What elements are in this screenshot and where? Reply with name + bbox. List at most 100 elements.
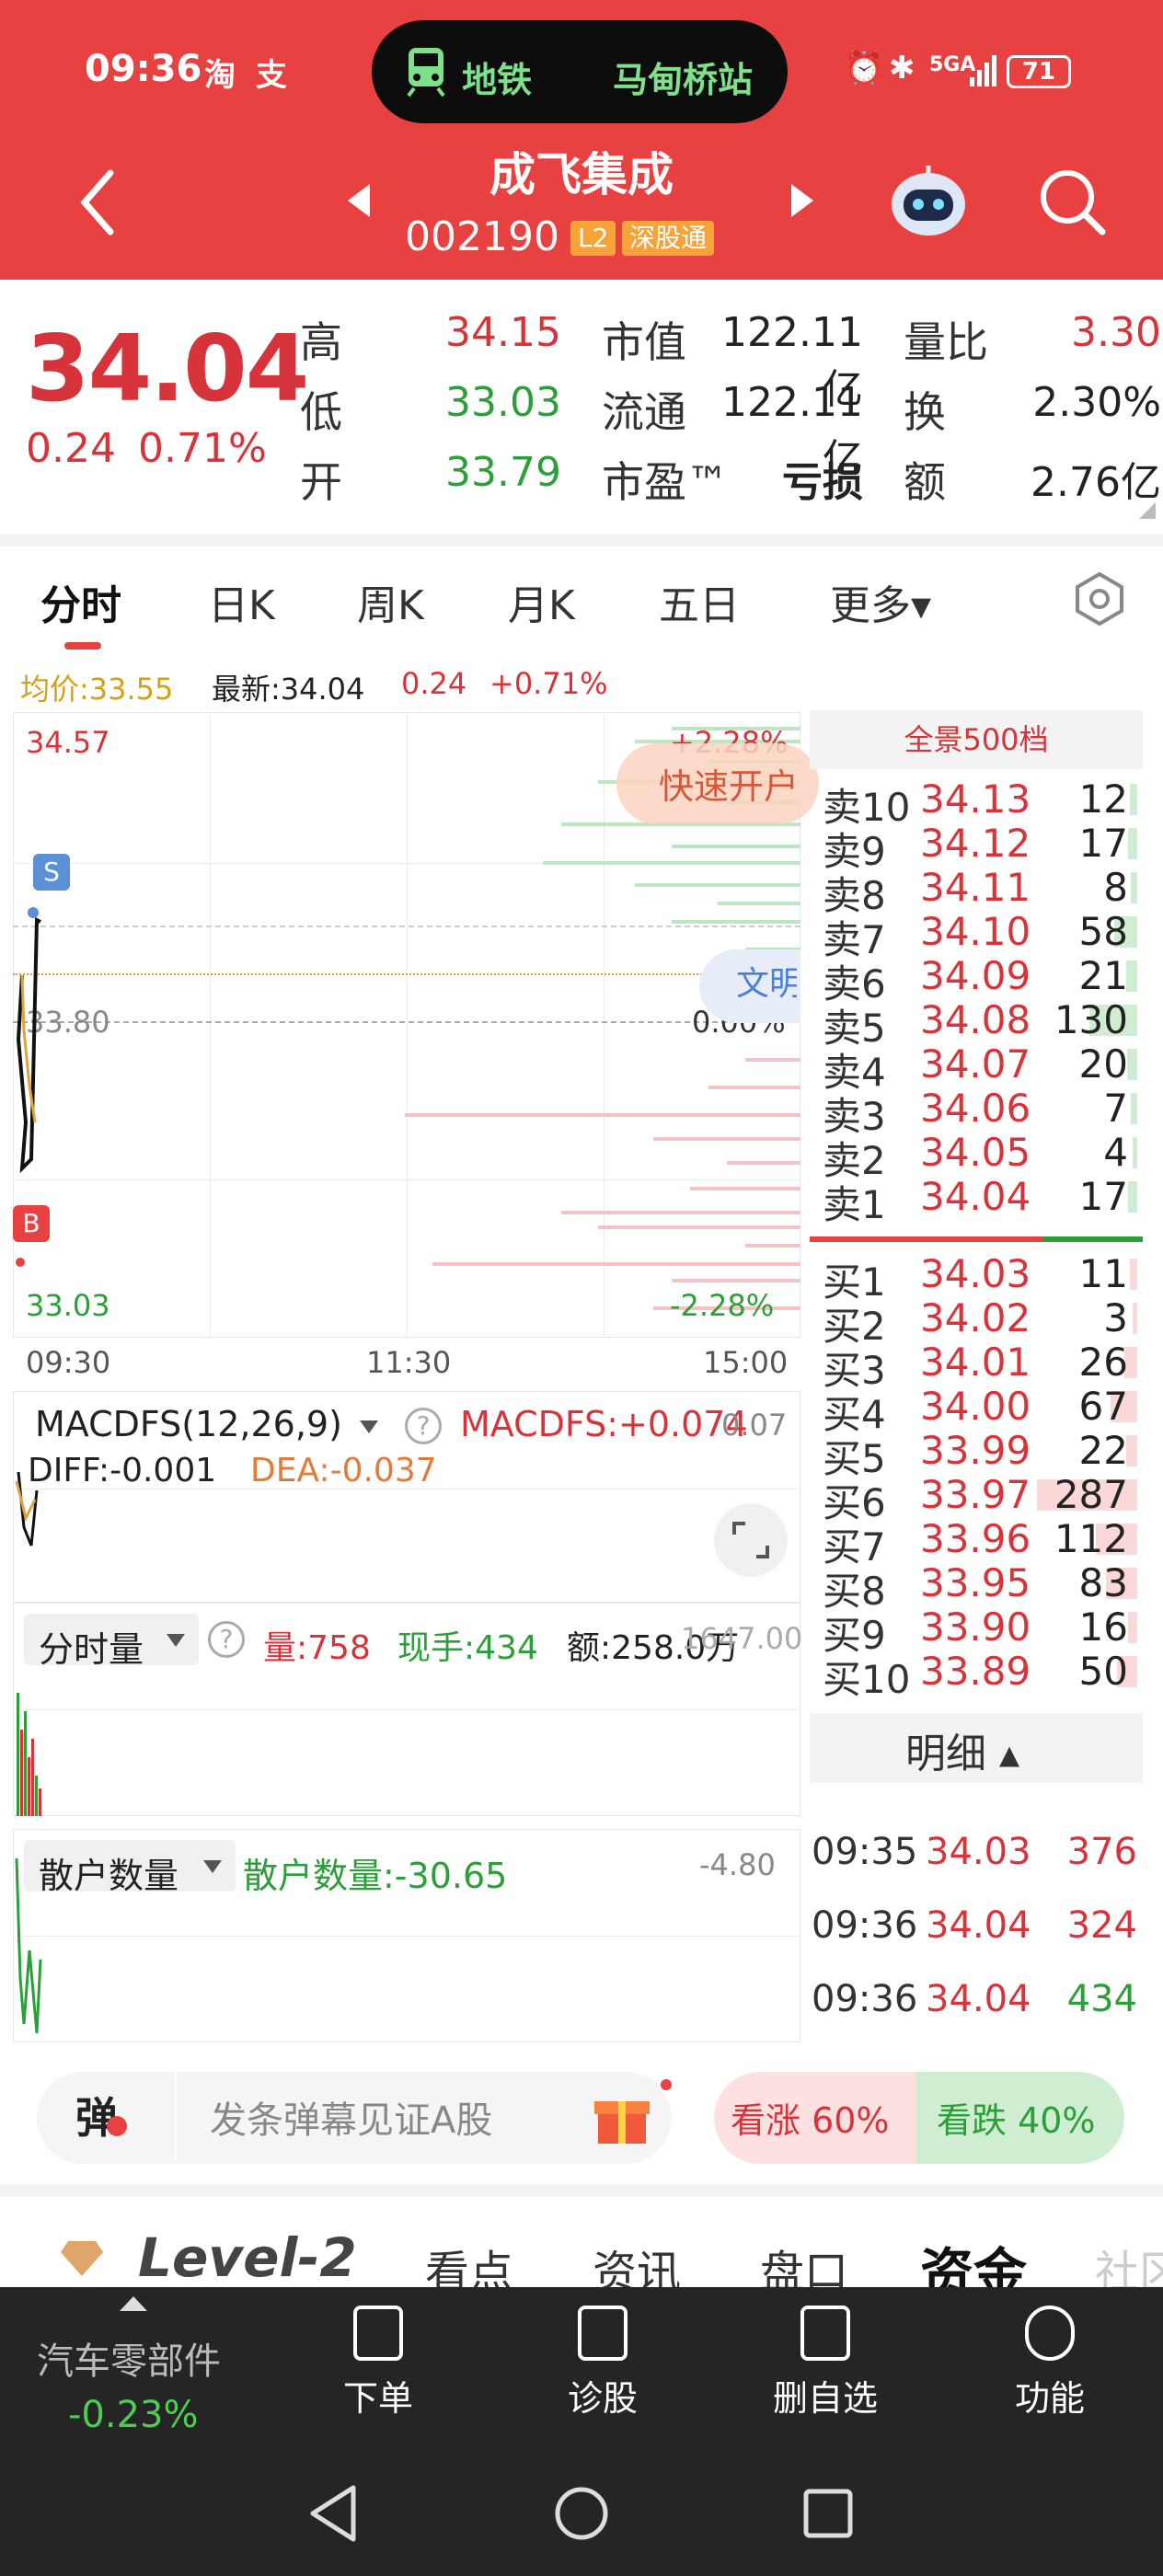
system-back-icon[interactable] bbox=[307, 2484, 359, 2543]
chart-settings-icon[interactable] bbox=[1071, 570, 1128, 627]
orderbook-title[interactable]: 全景500档 bbox=[810, 710, 1143, 769]
orderbook-buy-row[interactable]: 买8 33.95 83 bbox=[823, 1560, 1137, 1614]
sell-price: 34.05 bbox=[920, 1130, 1031, 1175]
alarm-icon: ⏰ bbox=[845, 50, 884, 86]
macd-lines bbox=[15, 1471, 39, 1547]
nav-remove-watchlist[interactable]: 删自选 bbox=[756, 2306, 894, 2421]
orderbook-ratio-sell bbox=[810, 1236, 1043, 1242]
buy-marker[interactable]: B bbox=[13, 1205, 50, 1242]
float-label: 流通 bbox=[602, 387, 686, 437]
taobao-icon: 淘 bbox=[204, 57, 236, 94]
time-start: 09:30 bbox=[26, 1345, 111, 1380]
next-stock-icon[interactable] bbox=[789, 182, 817, 219]
detail-row: 09:35 34.03 376 bbox=[812, 1831, 1143, 1882]
tab-weekly-k[interactable]: 周K bbox=[357, 572, 424, 631]
orderbook-sell-row[interactable]: 卖5 34.08 130 bbox=[823, 997, 1137, 1051]
orderbook-sell-row[interactable]: 卖8 34.11 8 bbox=[823, 865, 1137, 918]
detail-time: 09:36 bbox=[812, 1978, 918, 2020]
qty-bar bbox=[1130, 1259, 1137, 1290]
gift-icon[interactable] bbox=[593, 2088, 651, 2147]
live-activity-pill[interactable]: 地铁 马甸桥站 bbox=[372, 20, 788, 123]
sell-qty: 20 bbox=[1078, 1041, 1128, 1087]
tab-daily-k[interactable]: 日K bbox=[208, 572, 275, 631]
retail-indicator-label: 散户数量 bbox=[39, 1856, 179, 1896]
depth-bar bbox=[432, 1262, 800, 1266]
sell-price: 34.12 bbox=[920, 821, 1031, 866]
buy-price: 33.99 bbox=[920, 1428, 1031, 1473]
orderbook-sell-row[interactable]: 卖6 34.09 21 bbox=[823, 953, 1137, 1006]
tab-intraday[interactable]: 分时 bbox=[40, 572, 121, 631]
buy-price: 33.95 bbox=[920, 1560, 1031, 1605]
orderbook-sell-row[interactable]: 卖9 34.12 17 bbox=[823, 821, 1137, 874]
depth-bar bbox=[727, 1161, 800, 1165]
avg-price: 均价:33.55 bbox=[20, 672, 174, 707]
expand-corner-icon[interactable] bbox=[1137, 500, 1157, 521]
orderbook-buy-row[interactable]: 买6 33.97 287 bbox=[823, 1472, 1137, 1525]
nav-function[interactable]: 功能 bbox=[981, 2306, 1119, 2421]
orderbook-buy-row[interactable]: 买3 34.01 26 bbox=[823, 1340, 1137, 1393]
system-home-icon[interactable] bbox=[554, 2486, 609, 2541]
macd-help-icon[interactable]: ? bbox=[405, 1408, 442, 1444]
tab-more[interactable]: 更多▾ bbox=[830, 572, 931, 631]
latest-price: 最新:34.04 bbox=[212, 672, 365, 707]
orderbook-buy-row[interactable]: 买10 33.89 50 bbox=[823, 1649, 1137, 1702]
orderbook-buy-row[interactable]: 买2 34.02 3 bbox=[823, 1295, 1137, 1349]
volume-help-icon[interactable]: ? bbox=[208, 1621, 245, 1658]
nav-diagnose-label: 诊股 bbox=[567, 2378, 638, 2419]
qty-bar bbox=[1128, 828, 1137, 859]
macd-dropdown-icon[interactable] bbox=[359, 1419, 379, 1435]
time-end: 15:00 bbox=[703, 1345, 789, 1380]
buy-price: 33.96 bbox=[920, 1516, 1031, 1561]
macd-diff: DIFF:-0.001 bbox=[28, 1452, 217, 1489]
sell-qty: 130 bbox=[1054, 997, 1128, 1042]
search-icon[interactable] bbox=[1038, 167, 1108, 237]
depth-bar bbox=[672, 1279, 800, 1282]
sell-price: 34.04 bbox=[920, 1174, 1031, 1219]
avg-price-line bbox=[13, 973, 800, 975]
nav-order[interactable]: 下单 bbox=[309, 2306, 447, 2421]
depth-bar bbox=[718, 902, 800, 905]
y-low-label: 33.03 bbox=[26, 1288, 110, 1323]
sell-marker[interactable]: S bbox=[33, 854, 70, 891]
tab-level2[interactable]: Level-2 bbox=[138, 2226, 357, 2289]
orderbook-sell-row[interactable]: 卖1 34.04 17 bbox=[823, 1174, 1137, 1227]
macd-dea: DEA:-0.037 bbox=[250, 1452, 437, 1489]
volume-dropdown-icon[interactable] bbox=[166, 1632, 186, 1649]
danmu-icon[interactable]: 弹 bbox=[75, 2085, 118, 2145]
sector-name[interactable]: 汽车零部件 bbox=[37, 2331, 221, 2385]
tab-monthly-k[interactable]: 月K bbox=[508, 572, 575, 631]
detail-qty: 434 bbox=[1066, 1978, 1137, 2020]
section-divider bbox=[0, 534, 1163, 546]
low-label: 低 bbox=[300, 387, 342, 437]
orderbook-buy-row[interactable]: 买7 33.96 112 bbox=[823, 1516, 1137, 1570]
orderbook-sell-row[interactable]: 卖7 34.10 58 bbox=[823, 909, 1137, 962]
orderbook-buy-row[interactable]: 买5 33.99 22 bbox=[823, 1428, 1137, 1481]
orderbook-buy-row[interactable]: 买4 34.00 67 bbox=[823, 1384, 1137, 1437]
alipay-icon: 支 bbox=[256, 57, 287, 94]
orderbook-sell-row[interactable]: 卖2 34.05 4 bbox=[823, 1130, 1137, 1183]
y-high-label: 34.57 bbox=[26, 725, 110, 760]
orderbook-sell-row[interactable]: 卖4 34.07 20 bbox=[823, 1041, 1137, 1095]
nav-diagnose[interactable]: 诊股 bbox=[534, 2306, 672, 2421]
danmu-badge-icon bbox=[107, 2116, 127, 2136]
system-recents-icon[interactable] bbox=[802, 2488, 854, 2539]
nav-function-label: 功能 bbox=[1014, 2378, 1085, 2419]
orderbook-buy-row[interactable]: 买9 33.90 16 bbox=[823, 1604, 1137, 1658]
detail-qty: 324 bbox=[1066, 1904, 1137, 1947]
orderbook-sell-row[interactable]: 卖10 34.13 12 bbox=[823, 776, 1137, 830]
robot-assistant-icon[interactable] bbox=[887, 162, 970, 239]
volume-vol: 量:758 bbox=[263, 1629, 371, 1667]
macd-indicator-select[interactable]: MACDFS(12,26,9) bbox=[35, 1404, 342, 1444]
orderbook-sell-row[interactable]: 卖3 34.06 7 bbox=[823, 1086, 1137, 1139]
orderbook-buy-row[interactable]: 买1 34.03 11 bbox=[823, 1251, 1137, 1305]
sector-up-icon[interactable] bbox=[118, 2294, 149, 2313]
depth-bar bbox=[598, 1225, 800, 1229]
danmu-placeholder[interactable]: 发条弹幕见证A股 bbox=[210, 2090, 492, 2144]
qty-bar bbox=[1131, 872, 1137, 903]
sell-qty: 4 bbox=[1103, 1130, 1128, 1175]
tab-five-day[interactable]: 五日 bbox=[659, 572, 740, 631]
sell-qty: 8 bbox=[1103, 865, 1128, 910]
sell-price: 34.11 bbox=[920, 865, 1031, 910]
fullscreen-icon bbox=[732, 1522, 769, 1558]
retail-dropdown-icon[interactable] bbox=[202, 1858, 223, 1875]
